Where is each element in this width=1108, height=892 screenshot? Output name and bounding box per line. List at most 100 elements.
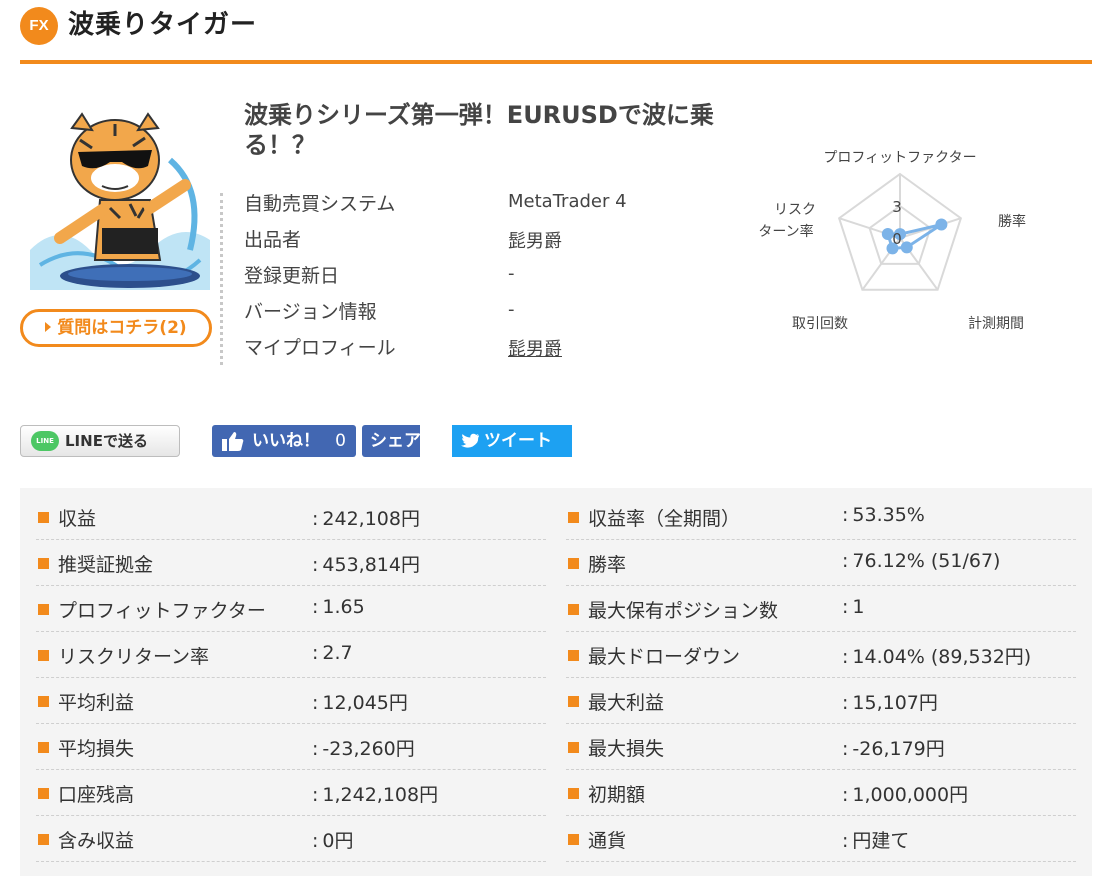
radar-axis-label-winrate: 勝率 <box>998 213 1026 230</box>
radar-scale-label-min: 0 <box>892 230 902 248</box>
stat-value: :1,000,000円 <box>842 784 969 806</box>
stats-column-left: 収益:242,108円 推奨証拠金:453,814円 プロフィットファクター:1… <box>36 494 546 862</box>
square-bullet-icon <box>38 834 49 845</box>
info-value: MetaTrader 4 <box>508 191 627 212</box>
stat-row: 最大ドローダウン:14.04% (89,532円) <box>566 632 1076 678</box>
stat-row: リスクリターン率:2.7 <box>36 632 546 678</box>
facebook-like-button[interactable]: いいね！ 0 <box>212 425 356 457</box>
stat-label: 初期額 <box>588 784 646 806</box>
square-bullet-icon <box>568 512 579 523</box>
info-value: - <box>508 299 515 320</box>
stat-value: :1,242,108円 <box>312 784 439 806</box>
stat-row: 含み収益 :0円 <box>36 816 546 862</box>
radar-axis-label-period: 計測期間 <box>968 316 1024 332</box>
stat-label: 推奨証拠金 <box>58 554 154 576</box>
fx-badge: FX <box>20 7 58 45</box>
stat-row: 通貨 : 円建て <box>566 816 1076 862</box>
square-bullet-icon <box>568 742 579 753</box>
info-row-version: バージョン情報 - <box>244 295 644 331</box>
stat-label: 平均利益 <box>58 692 135 714</box>
square-bullet-icon <box>38 742 49 753</box>
stat-row: プロフィットファクター :1.65 <box>36 586 546 632</box>
square-bullet-icon <box>38 604 49 615</box>
radar-point <box>900 241 913 254</box>
stat-value: :14.04% (89,532円) <box>842 646 1032 668</box>
stat-label: 収益率（全期間） <box>588 508 741 530</box>
stat-label: 含み収益 <box>58 830 135 852</box>
square-bullet-icon <box>38 788 49 799</box>
radar-axis-label-risk-1: リスク <box>774 202 816 218</box>
tweet-label: ツイート <box>484 431 552 451</box>
facebook-like-count: 0 <box>335 431 346 451</box>
radar-axis-label-trades: 取引回数 <box>792 316 848 332</box>
stat-label: リスクリターン率 <box>58 646 210 668</box>
stats-panel: 収益:242,108円 推奨証拠金:453,814円 プロフィットファクター:1… <box>20 488 1092 876</box>
info-value: - <box>508 263 515 284</box>
stat-row: 推奨証拠金 :453,814円 <box>36 540 546 586</box>
stat-row: 収益率（全期間） :53.35% <box>566 494 1076 540</box>
stat-value: :0円 <box>312 830 354 852</box>
stat-label: 最大損失 <box>588 738 665 760</box>
page-header: FX 波乗りタイガー <box>20 0 1092 64</box>
tweet-button[interactable]: ツイート <box>452 425 572 457</box>
stat-label: 口座残高 <box>58 784 135 806</box>
radar-axis-label-pf: プロフィットファクター <box>823 150 976 166</box>
stat-label: 勝率 <box>588 554 627 576</box>
stat-row: 口座残高 :1,242,108円 <box>36 770 546 816</box>
stat-value: : -23,260円 <box>312 738 415 760</box>
page-title: 波乗りタイガー <box>68 10 258 40</box>
product-image <box>30 112 210 290</box>
square-bullet-icon <box>568 558 579 569</box>
info-row-seller: 出品者 髭男爵 <box>244 223 644 259</box>
facebook-like-label: いいね！ <box>252 431 320 451</box>
stat-row: 初期額 :1,000,000円 <box>566 770 1076 816</box>
radar-axis-label-risk-2: ターン率 <box>758 223 813 240</box>
square-bullet-icon <box>568 604 579 615</box>
radar-point <box>935 218 948 231</box>
stat-value: :76.12% (51/67) <box>842 550 1001 572</box>
info-value: 髭男爵 <box>508 231 562 252</box>
square-bullet-icon <box>38 558 49 569</box>
stat-row: 平均損失 : -23,260円 <box>36 724 546 770</box>
info-label: 登録更新日 <box>244 265 340 287</box>
stat-row: 最大保有ポジション数 :1 <box>566 586 1076 632</box>
info-label: 出品者 <box>244 229 302 251</box>
square-bullet-icon <box>568 788 579 799</box>
stat-value: : -26,179円 <box>842 738 945 760</box>
stats-column-right: 収益率（全期間） :53.35% 勝率 :76.12% (51/67) 最大保有ポジ… <box>566 494 1076 862</box>
stat-label: プロフィットファクター <box>58 600 266 622</box>
stat-label: 最大保有ポジション数 <box>588 600 779 622</box>
stat-value: :453,814円 <box>312 554 420 576</box>
question-button[interactable]: 質問はコチラ(2) <box>20 309 212 347</box>
stat-value: :53.35% <box>842 504 925 526</box>
square-bullet-icon <box>568 834 579 845</box>
stat-value: :12,045円 <box>312 692 408 714</box>
stat-row: 最大損失 : -26,179円 <box>566 724 1076 770</box>
line-share-label: LINEで送る <box>65 432 148 450</box>
radar-chart: プロフィットファクター 勝率 計測期間 取引回数 リスク ターン率 3 0 <box>758 150 1026 332</box>
info-label: バージョン情報 <box>244 301 377 323</box>
square-bullet-icon <box>568 650 579 661</box>
radar-scale-label-max: 3 <box>892 198 902 216</box>
info-row-profile: マイプロフィール 髭男爵 <box>244 331 644 367</box>
profile-link[interactable]: 髭男爵 <box>508 335 562 361</box>
info-label: マイプロフィール <box>244 337 396 359</box>
stat-row: 最大利益:15,107円 <box>566 678 1076 724</box>
square-bullet-icon <box>38 696 49 707</box>
info-divider <box>220 193 223 365</box>
square-bullet-icon <box>38 650 49 661</box>
triangle-right-icon <box>45 322 52 332</box>
stat-value: :1.65 <box>312 596 365 618</box>
stat-value: :1 <box>842 596 865 618</box>
facebook-share-button[interactable]: シェア <box>362 425 420 457</box>
stat-label: 平均損失 <box>58 738 135 760</box>
stat-label: 最大利益 <box>588 692 665 714</box>
stat-value: : 円建て <box>842 830 910 852</box>
twitter-bird-icon <box>461 433 479 448</box>
stat-label: 収益 <box>58 508 97 530</box>
square-bullet-icon <box>568 696 579 707</box>
stat-label: 通貨 <box>588 830 627 852</box>
line-share-button[interactable]: LINE LINEで送る <box>20 425 180 457</box>
info-row-system: 自動売買システム MetaTrader 4 <box>244 187 644 223</box>
product-heading: 波乗りシリーズ第一弾！EURUSDで波に乗る！？ <box>244 101 714 159</box>
